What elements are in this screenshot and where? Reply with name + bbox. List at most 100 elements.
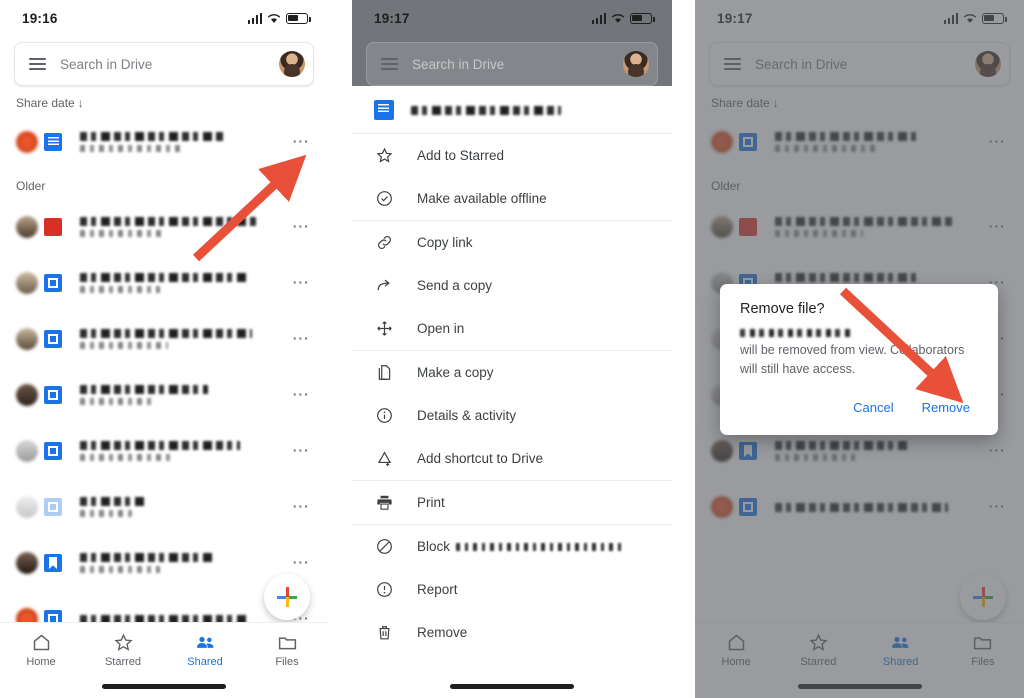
menu-label: Copy link [417, 235, 473, 250]
search-input[interactable]: Search in Drive [412, 57, 609, 72]
status-bar: 19:17 [352, 0, 672, 36]
dialog-body: will be removed from view. Collaborators… [740, 329, 978, 380]
phone-panel-left: 19:16 Search in Drive Share date ↓ ⋯ Old… [0, 0, 328, 698]
menu-item-add-shortcut-to-drive[interactable]: Add shortcut to Drive [352, 437, 672, 480]
menu-item-block[interactable]: Block [352, 525, 672, 568]
menu-label: Add to Starred [417, 148, 505, 163]
owner-avatar [16, 496, 38, 518]
status-clock: 19:17 [374, 10, 410, 26]
overflow-menu[interactable]: ⋯ [288, 554, 314, 571]
list-item[interactable]: ⋯ [0, 423, 328, 479]
signal-icon [591, 12, 606, 24]
list-item[interactable]: ⋯ [0, 367, 328, 423]
link-icon [374, 233, 394, 253]
menu-item-remove[interactable]: Remove [352, 611, 672, 654]
hamburger-icon[interactable] [29, 58, 46, 70]
overflow-menu[interactable]: ⋯ [288, 442, 314, 459]
list-item[interactable]: ⋯ [0, 311, 328, 367]
search-bar[interactable]: Search in Drive [366, 42, 658, 86]
search-input[interactable]: Search in Drive [60, 57, 265, 72]
file-type-icon [44, 386, 62, 404]
file-name-redacted [80, 441, 240, 450]
menu-label: Open in [417, 321, 465, 336]
file-name-redacted [411, 105, 561, 115]
star-icon [113, 632, 134, 652]
sort-row[interactable]: Share date ↓ [0, 86, 328, 114]
signal-icon [247, 12, 262, 24]
group-label-older: Older [16, 179, 46, 193]
overflow-menu[interactable]: ⋯ [288, 386, 314, 403]
account-avatar[interactable] [623, 51, 649, 77]
file-meta-redacted [80, 510, 132, 517]
share-arrow-icon [374, 276, 394, 296]
screenshot-stage: 19:16 Search in Drive Share date ↓ ⋯ Old… [0, 0, 1024, 698]
home-indicator [450, 684, 574, 689]
menu-label: Add shortcut to Drive [417, 451, 544, 466]
sort-label: Share date [16, 96, 75, 110]
menu-item-open-in[interactable]: Open in [352, 307, 672, 350]
list-item[interactable]: ⋯ [0, 479, 328, 535]
file-name-redacted [80, 217, 256, 226]
file-text [76, 497, 280, 517]
file-name-redacted [80, 329, 252, 338]
file-meta-redacted [80, 230, 164, 237]
nav-label: Starred [104, 656, 142, 668]
wifi-icon [267, 13, 281, 23]
menu-item-report[interactable]: Report [352, 568, 672, 611]
file-text [76, 329, 280, 349]
overflow-menu[interactable]: ⋯ [288, 330, 314, 347]
owner-avatar [16, 216, 38, 238]
menu-item-send-a-copy[interactable]: Send a copy [352, 264, 672, 307]
status-clock: 19:16 [22, 10, 58, 26]
new-file-fab[interactable] [264, 574, 310, 620]
list-item[interactable]: ⋯ [0, 199, 328, 255]
nav-item-shared[interactable]: Shared [164, 632, 246, 668]
file-type-icon [44, 133, 62, 151]
file-text [76, 217, 280, 237]
overflow-menu-left-panel[interactable]: ⋯ [288, 133, 314, 150]
star-outline-icon [374, 146, 394, 166]
search-bar[interactable]: Search in Drive [14, 42, 314, 86]
menu-item-make-available-offline[interactable]: Make available offline [352, 177, 672, 220]
list-item[interactable]: ⋯ [0, 114, 328, 170]
report-icon [374, 580, 394, 600]
menu-item-make-a-copy[interactable]: Make a copy [352, 351, 672, 394]
folder-icon [277, 632, 298, 652]
file-meta-redacted [80, 454, 172, 461]
context-menu-file-header [352, 86, 672, 133]
menu-item-print[interactable]: Print [352, 481, 672, 524]
add-shortcut-icon [374, 449, 394, 469]
offline-check-icon [374, 189, 394, 209]
dialog-cancel-button[interactable]: Cancel [845, 394, 901, 421]
plus-icon [277, 587, 297, 607]
nav-label: Shared [187, 656, 223, 668]
nav-item-home[interactable]: Home [0, 632, 82, 668]
menu-label: Report [417, 582, 458, 597]
hamburger-icon[interactable] [381, 58, 398, 70]
menu-item-add-to-starred[interactable]: Add to Starred [352, 134, 672, 177]
menu-label: Make a copy [417, 365, 494, 380]
file-type-icon [44, 218, 62, 236]
account-avatar[interactable] [279, 51, 305, 77]
search-area: Search in Drive [352, 36, 672, 86]
overflow-menu[interactable]: ⋯ [288, 274, 314, 291]
menu-item-copy-link[interactable]: Copy link [352, 221, 672, 264]
file-text [76, 553, 280, 573]
print-icon [374, 493, 394, 513]
nav-item-files[interactable]: Files [246, 632, 328, 668]
menu-label: Send a copy [417, 278, 493, 293]
file-type-icon [44, 442, 62, 460]
list-item[interactable]: ⋯ [0, 255, 328, 311]
file-icons [16, 440, 68, 462]
dialog-remove-button[interactable]: Remove [914, 394, 978, 421]
overflow-menu[interactable]: ⋯ [288, 498, 314, 515]
menu-label: Make available offline [417, 191, 547, 206]
file-meta-redacted [80, 286, 160, 293]
overflow-menu[interactable]: ⋯ [288, 218, 314, 235]
battery-icon [630, 12, 655, 24]
nav-item-starred[interactable]: Starred [82, 632, 164, 668]
file-text [76, 441, 280, 461]
menu-item-details-activity[interactable]: Details & activity [352, 394, 672, 437]
owner-avatar [16, 328, 38, 350]
file-meta-redacted [80, 145, 180, 152]
